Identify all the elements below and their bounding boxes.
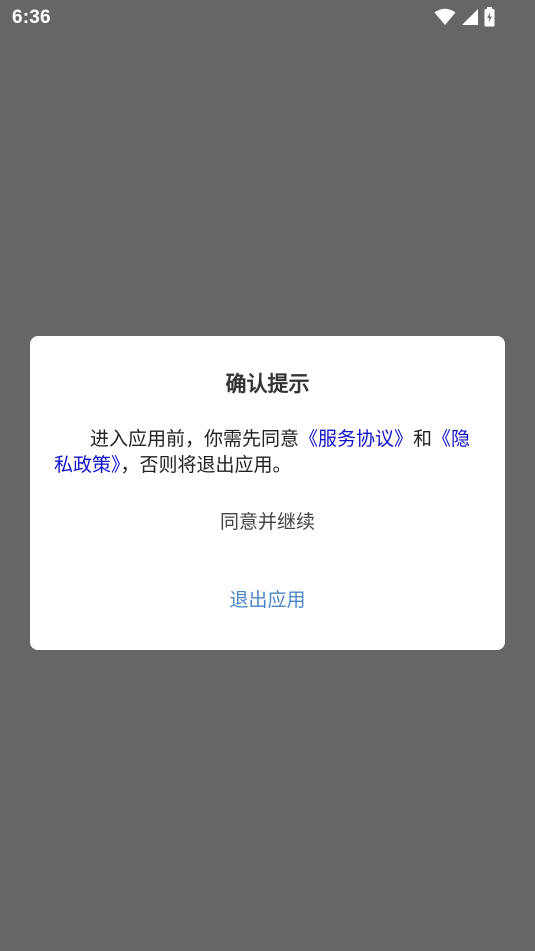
exit-app-button[interactable]: 退出应用: [150, 578, 385, 622]
wifi-icon: [434, 8, 456, 26]
message-prefix: 进入应用前，你需先同意: [90, 428, 300, 450]
battery-charging-icon: [484, 7, 495, 27]
dialog-message: 进入应用前，你需先同意《服务协议》和《隐私政策》，否则将退出应用。: [54, 426, 478, 478]
cell-signal-icon: [461, 8, 479, 26]
service-agreement-link[interactable]: 《服务协议》: [299, 428, 413, 450]
status-time: 6:36: [12, 7, 51, 28]
agree-continue-button[interactable]: 同意并继续: [150, 500, 385, 544]
message-connector: 和: [413, 428, 433, 450]
dialog-title: 确认提示: [225, 372, 310, 396]
status-bar: 6:36: [0, 0, 535, 36]
message-suffix: ，否则将退出应用。: [120, 454, 292, 476]
status-icons: [434, 7, 495, 27]
